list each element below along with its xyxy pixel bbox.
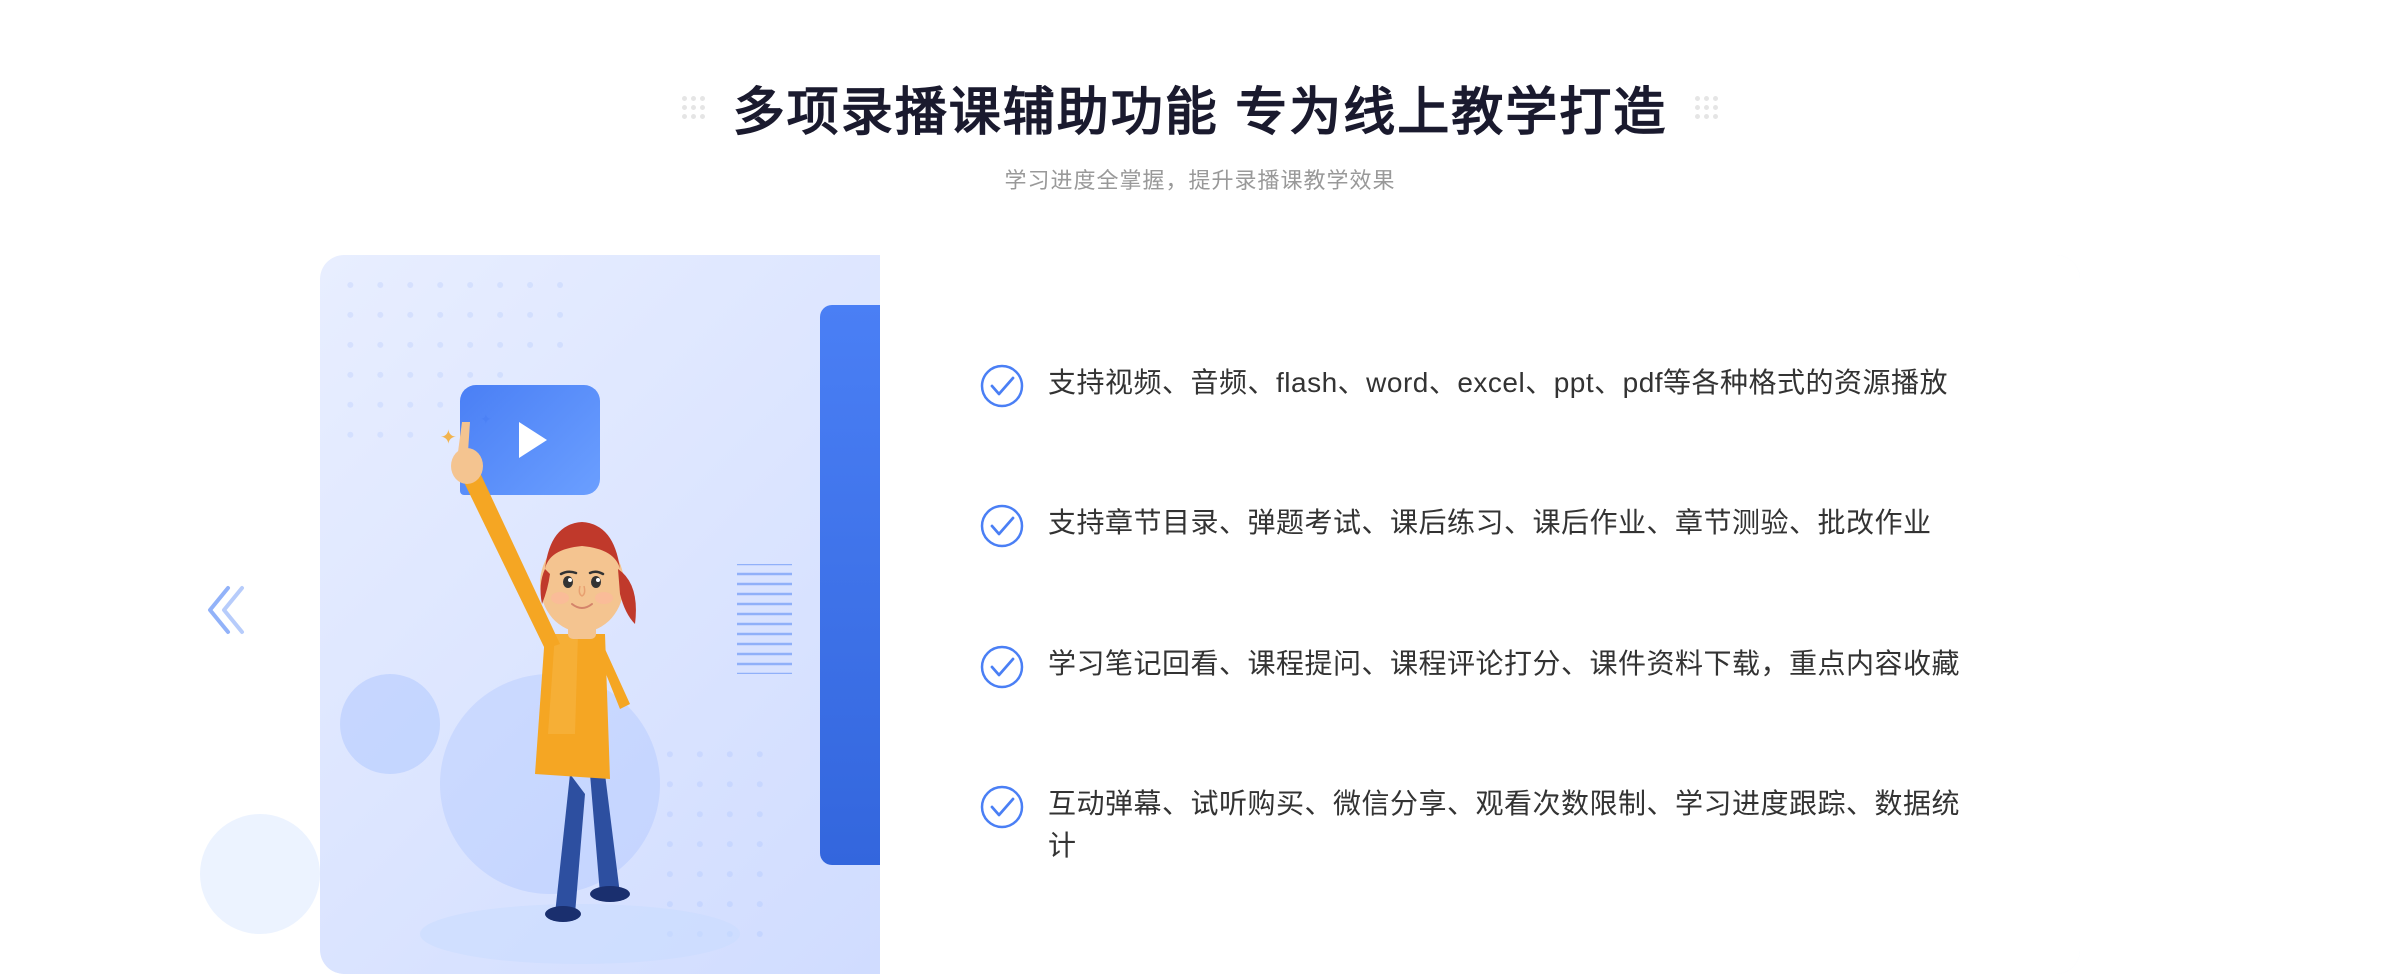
feature-item-2: 支持章节目录、弹题考试、课后练习、课后作业、章节测验、批改作业 [980,502,1980,548]
feature-text-1: 支持视频、音频、flash、word、excel、ppt、pdf等各种格式的资源… [1048,362,1948,404]
decorative-dots-left [682,96,705,119]
decorative-dots-right [1695,96,1718,119]
svg-text:✦: ✦ [440,427,457,449]
features-area: 支持视频、音频、flash、word、excel、ppt、pdf等各种格式的资源… [880,255,2080,974]
blue-panel [820,305,880,865]
feature-item-4: 互动弹幕、试听购买、微信分享、观看次数限制、学习进度跟踪、数据统计 [980,783,1980,867]
page-container: 多项录播课辅助功能 专为线上教学打造 学习进度全掌握，提升录播课教学效果 [0,0,2400,974]
chevron-decoration [200,580,250,645]
check-icon-1 [980,364,1024,408]
person-illustration: ✦ ✦ [400,394,760,974]
feature-text-2: 支持章节目录、弹题考试、课后练习、课后作业、章节测验、批改作业 [1048,502,1932,544]
feature-text-4: 互动弹幕、试听购买、微信分享、观看次数限制、学习进度跟踪、数据统计 [1048,783,1980,867]
svg-text:✦: ✦ [480,411,492,427]
page-title: 多项录播课辅助功能 专为线上教学打造 [733,70,1667,145]
header-section: 多项录播课辅助功能 专为线上教学打造 学习进度全掌握，提升录播课教学效果 [682,70,1718,195]
feature-item-3: 学习笔记回看、课程提问、课程评论打分、课件资料下载，重点内容收藏 [980,643,1980,689]
illustration-area: ✦ ✦ [320,255,880,974]
feature-text-3: 学习笔记回看、课程提问、课程评论打分、课件资料下载，重点内容收藏 [1048,643,1960,685]
header-title-row: 多项录播课辅助功能 专为线上教学打造 [682,70,1718,145]
check-icon-4 [980,785,1024,829]
check-icon-3 [980,645,1024,689]
main-card: ✦ ✦ [320,255,2080,974]
check-icon-2 [980,504,1024,548]
page-subtitle: 学习进度全掌握，提升录播课教学效果 [682,163,1718,195]
outside-bottom-circle [200,814,320,934]
stripe-decoration [737,564,792,674]
feature-item-1: 支持视频、音频、flash、word、excel、ppt、pdf等各种格式的资源… [980,362,1980,408]
